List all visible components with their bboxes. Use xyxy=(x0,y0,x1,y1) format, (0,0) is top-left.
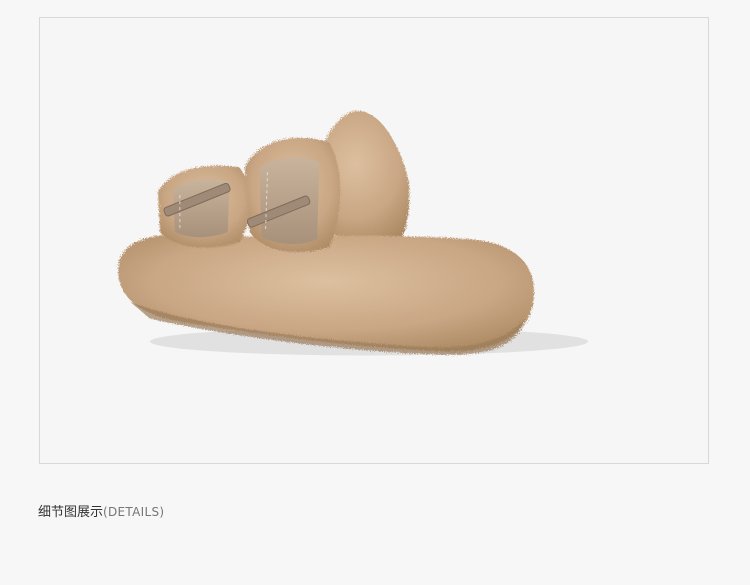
product-photo-frame xyxy=(39,17,709,464)
section-title: 细节图展示 xyxy=(38,505,104,520)
slipper-photo xyxy=(118,110,589,356)
section-subtitle: (DETAILS) xyxy=(103,505,165,519)
slipper-sole-fur xyxy=(118,234,535,352)
details-caption: 细节图展示(DETAILS) xyxy=(38,504,164,521)
strap-back-leather xyxy=(259,157,320,245)
